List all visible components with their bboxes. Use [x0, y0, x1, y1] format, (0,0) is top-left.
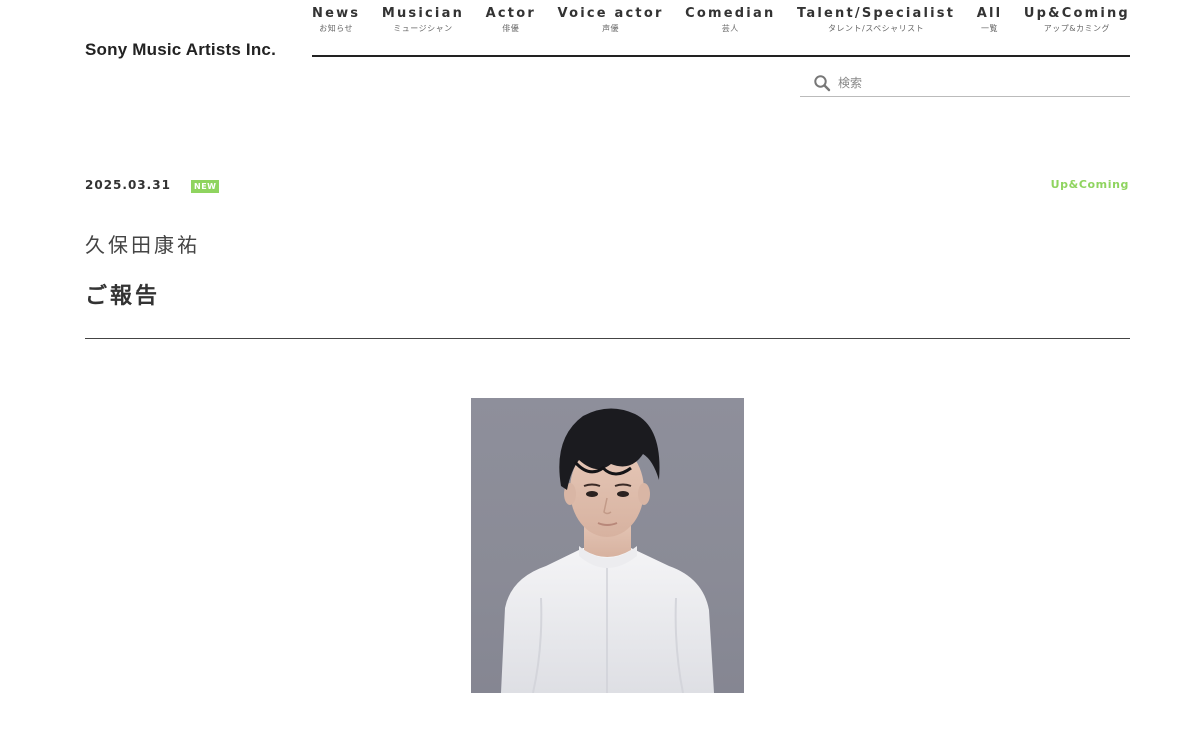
nav-item-all[interactable]: All 一覧: [977, 6, 1003, 34]
nav-sublabel: 芸人: [721, 24, 739, 33]
nav-item-up-and-coming[interactable]: Up&Coming アップ&カミング: [1024, 6, 1130, 34]
nav-item-actor[interactable]: Actor 俳優: [486, 6, 536, 34]
article-title: ご報告: [85, 284, 161, 309]
category-link[interactable]: Up&Coming: [1051, 178, 1129, 191]
site-logo[interactable]: Sony Music Artists Inc.: [85, 40, 276, 60]
nav-label: News: [312, 6, 361, 21]
article-date: 2025.03.31: [85, 178, 171, 192]
artist-name: 久保田康祐: [85, 233, 200, 257]
nav-sublabel: ミュージシャン: [393, 24, 453, 33]
search-bar[interactable]: [800, 70, 1130, 97]
nav-item-talent-specialist[interactable]: Talent/Specialist タレント/スペシャリスト: [797, 6, 955, 34]
search-input[interactable]: [838, 76, 1118, 90]
nav-sublabel: 一覧: [981, 24, 999, 33]
nav-sublabel: お知らせ: [319, 24, 354, 33]
artist-portrait-illustration: [501, 408, 714, 693]
nav-label: Talent/Specialist: [797, 6, 956, 21]
nav-divider: [312, 55, 1130, 57]
nav-label: All: [976, 6, 1003, 21]
nav-label: Voice actor: [557, 6, 664, 21]
nav-item-comedian[interactable]: Comedian 芸人: [685, 6, 775, 34]
page: Sony Music Artists Inc. News お知らせ Musici…: [0, 0, 1200, 730]
artist-photo: [471, 398, 744, 693]
new-badge: NEW: [191, 180, 220, 193]
nav-sublabel: タレント/スペシャリスト: [828, 24, 925, 33]
nav-sublabel: 俳優: [502, 24, 520, 33]
nav-item-voice-actor[interactable]: Voice actor 声優: [558, 6, 664, 34]
nav-label: Comedian: [685, 6, 776, 21]
nav-sublabel: アップ&カミング: [1043, 24, 1111, 33]
nav-sublabel: 声優: [602, 24, 620, 33]
nav-item-news[interactable]: News お知らせ: [312, 6, 360, 34]
search-icon[interactable]: [813, 74, 831, 92]
main-nav: News お知らせ Musician ミュージシャン Actor 俳優 Voic…: [312, 6, 1130, 34]
nav-item-musician[interactable]: Musician ミュージシャン: [382, 6, 464, 34]
title-divider: [85, 338, 1130, 339]
nav-label: Up&Coming: [1023, 6, 1130, 21]
nav-label: Actor: [485, 6, 536, 21]
nav-label: Musician: [381, 6, 465, 21]
